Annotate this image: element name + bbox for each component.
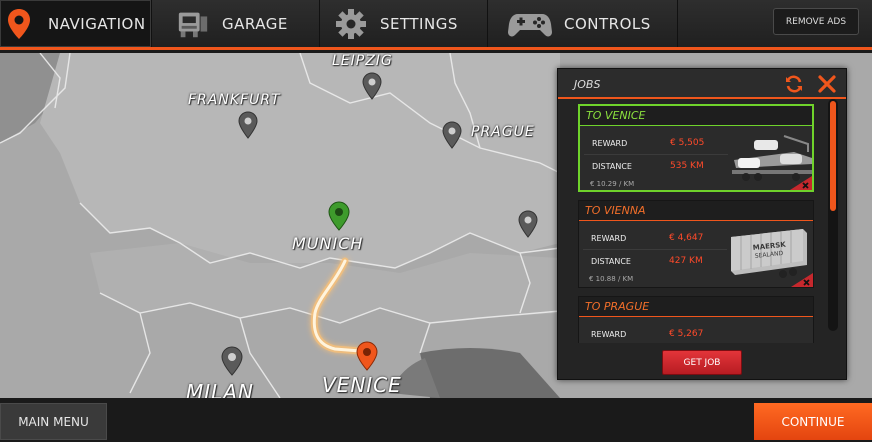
- truck-icon: [176, 7, 210, 41]
- prague-pin[interactable]: [442, 121, 462, 149]
- gamepad-icon: [508, 7, 552, 41]
- tab-navigation-label: NAVIGATION: [48, 14, 146, 33]
- distance-value: 427 KM: [669, 256, 703, 266]
- tab-garage[interactable]: GARAGE: [152, 0, 320, 47]
- reward-label: REWARD: [591, 234, 627, 243]
- city-label-venice: VENICE: [322, 373, 402, 397]
- gear-icon: [334, 7, 368, 41]
- distance-label: DISTANCE: [591, 257, 631, 266]
- city-label-prague: PRAGUE: [471, 124, 535, 140]
- tab-settings-label: SETTINGS: [380, 14, 458, 33]
- leipzig-pin[interactable]: [362, 72, 382, 100]
- job-destination: TO PRAGUE: [579, 297, 813, 317]
- vienna-pin[interactable]: [518, 210, 538, 238]
- reward-label: REWARD: [592, 139, 628, 148]
- reward-value: € 5,505: [670, 138, 705, 148]
- tab-controls[interactable]: CONTROLS: [488, 0, 678, 47]
- decline-job-icon[interactable]: [790, 176, 812, 190]
- jobs-scroll-thumb[interactable]: [830, 101, 836, 211]
- reward-label: REWARD: [591, 330, 627, 339]
- job-card-vienna[interactable]: TO VIENNA REWARD € 4,647 DISTANCE 427 KM…: [578, 200, 814, 288]
- top-navigation-bar: NAVIGATION GARAGE SETTINGS CONTROLS REMO…: [0, 0, 872, 50]
- venice-pin[interactable]: [356, 341, 378, 371]
- reward-value: € 5,267: [669, 329, 704, 339]
- tab-navigation[interactable]: NAVIGATION: [0, 0, 152, 47]
- reward-value: € 4,647: [669, 233, 704, 243]
- distance-label: DISTANCE: [592, 162, 632, 171]
- continue-button[interactable]: CONTINUE: [754, 403, 872, 440]
- job-card-prague[interactable]: TO PRAGUE REWARD € 5,267: [578, 296, 814, 343]
- refresh-icon[interactable]: [784, 74, 804, 94]
- job-card-venice[interactable]: TO VENICE REWARD € 5,505 DISTANCE 535 KM…: [578, 104, 814, 192]
- rate-per-km: € 10.88 / KM: [589, 275, 634, 283]
- city-label-leipzig: LEIPZIG: [332, 53, 393, 69]
- milan-pin[interactable]: [221, 346, 243, 376]
- decline-job-icon[interactable]: [791, 273, 813, 287]
- jobs-header: JOBS: [558, 69, 846, 99]
- city-label-milan: MILAN: [186, 380, 254, 398]
- distance-value: 535 KM: [670, 161, 704, 171]
- map-pin-icon: [2, 7, 36, 41]
- munich-pin[interactable]: [328, 201, 350, 231]
- frankfurt-pin[interactable]: [238, 111, 258, 139]
- row-divider: [583, 249, 727, 250]
- job-destination: TO VIENNA: [579, 201, 813, 221]
- tab-controls-label: CONTROLS: [564, 14, 651, 33]
- jobs-panel: JOBS TO VENICE REWARD € 5,505 DISTANCE 5…: [557, 68, 847, 380]
- tab-garage-label: GARAGE: [222, 14, 288, 33]
- remove-ads-button[interactable]: REMOVE ADS: [773, 8, 859, 35]
- jobs-title: JOBS: [574, 78, 601, 91]
- city-label-munich: MUNICH: [292, 234, 364, 253]
- jobs-scrollbar[interactable]: [828, 99, 838, 331]
- jobs-list[interactable]: TO VENICE REWARD € 5,505 DISTANCE 535 KM…: [578, 103, 818, 343]
- main-menu-button[interactable]: MAIN MENU: [0, 403, 107, 440]
- get-job-button[interactable]: GET JOB: [662, 350, 742, 375]
- tab-settings[interactable]: SETTINGS: [320, 0, 488, 47]
- rate-per-km: € 10.29 / KM: [590, 180, 635, 188]
- city-label-frankfurt: FRANKFURT: [188, 92, 281, 108]
- wood-trailer-image: [723, 321, 813, 343]
- row-divider: [584, 154, 728, 155]
- job-destination: TO VENICE: [580, 106, 812, 126]
- bottom-bar: MAIN MENU CONTINUE: [0, 398, 872, 442]
- close-icon[interactable]: [817, 74, 837, 94]
